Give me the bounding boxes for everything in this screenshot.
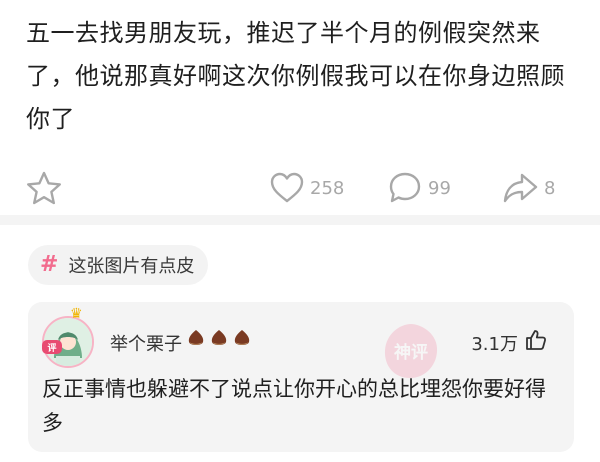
share-button[interactable]: 8 <box>502 168 555 208</box>
share-count: 8 <box>544 177 556 199</box>
chestnut-icon <box>232 328 252 352</box>
post-card: 五一去找男朋友玩，推迟了半个月的例假突然来了，他说那真好啊这次你例假我可以在你身… <box>0 0 600 215</box>
favorite-button[interactable] <box>26 168 62 208</box>
chestnut-badges <box>186 328 252 352</box>
comment-username[interactable]: 举个栗子 <box>110 330 182 356</box>
post-text: 五一去找男朋友玩，推迟了半个月的例假突然来了，他说那真好啊这次你例假我可以在你身… <box>26 19 565 133</box>
app-root: 五一去找男朋友玩，推迟了半个月的例假突然来了，他说那真好啊这次你例假我可以在你身… <box>0 0 600 462</box>
chestnut-icon <box>186 328 206 352</box>
share-arrow-icon <box>502 172 538 204</box>
avatar-badge: 评 <box>42 340 62 354</box>
chestnut-icon <box>209 328 229 352</box>
comment-section: # 这张图片有点皮 ♛ 评 举个栗子 神评 3.1万 反正事情也躲避不了说点让你… <box>0 215 600 462</box>
heart-icon <box>270 172 304 204</box>
comment-like-button[interactable]: 3.1万 <box>471 328 548 357</box>
like-button[interactable]: 258 <box>270 168 344 208</box>
thumbs-up-icon <box>524 328 548 357</box>
comment-count: 99 <box>428 177 451 199</box>
comment-text: 反正事情也躲避不了说点让你开心的总比埋怨你要好得多 <box>42 377 546 435</box>
comment-like-count: 3.1万 <box>471 333 518 355</box>
comment-button[interactable]: 99 <box>388 168 451 208</box>
speech-bubble-icon <box>388 171 422 205</box>
crown-icon: ♛ <box>70 306 83 322</box>
stamp-text: 神评 <box>394 342 428 363</box>
topic-tag[interactable]: # 这张图片有点皮 <box>28 245 209 285</box>
post-actions: 258 99 8 <box>0 168 600 208</box>
star-icon <box>26 171 62 205</box>
top-comment-card[interactable]: ♛ 评 举个栗子 神评 3.1万 反正事情也躲避不了说点让你开心的总比埋怨你要好… <box>28 302 574 452</box>
like-count: 258 <box>310 177 345 199</box>
topic-tag-label: 这张图片有点皮 <box>68 256 195 277</box>
hashtag-icon: # <box>40 252 59 277</box>
